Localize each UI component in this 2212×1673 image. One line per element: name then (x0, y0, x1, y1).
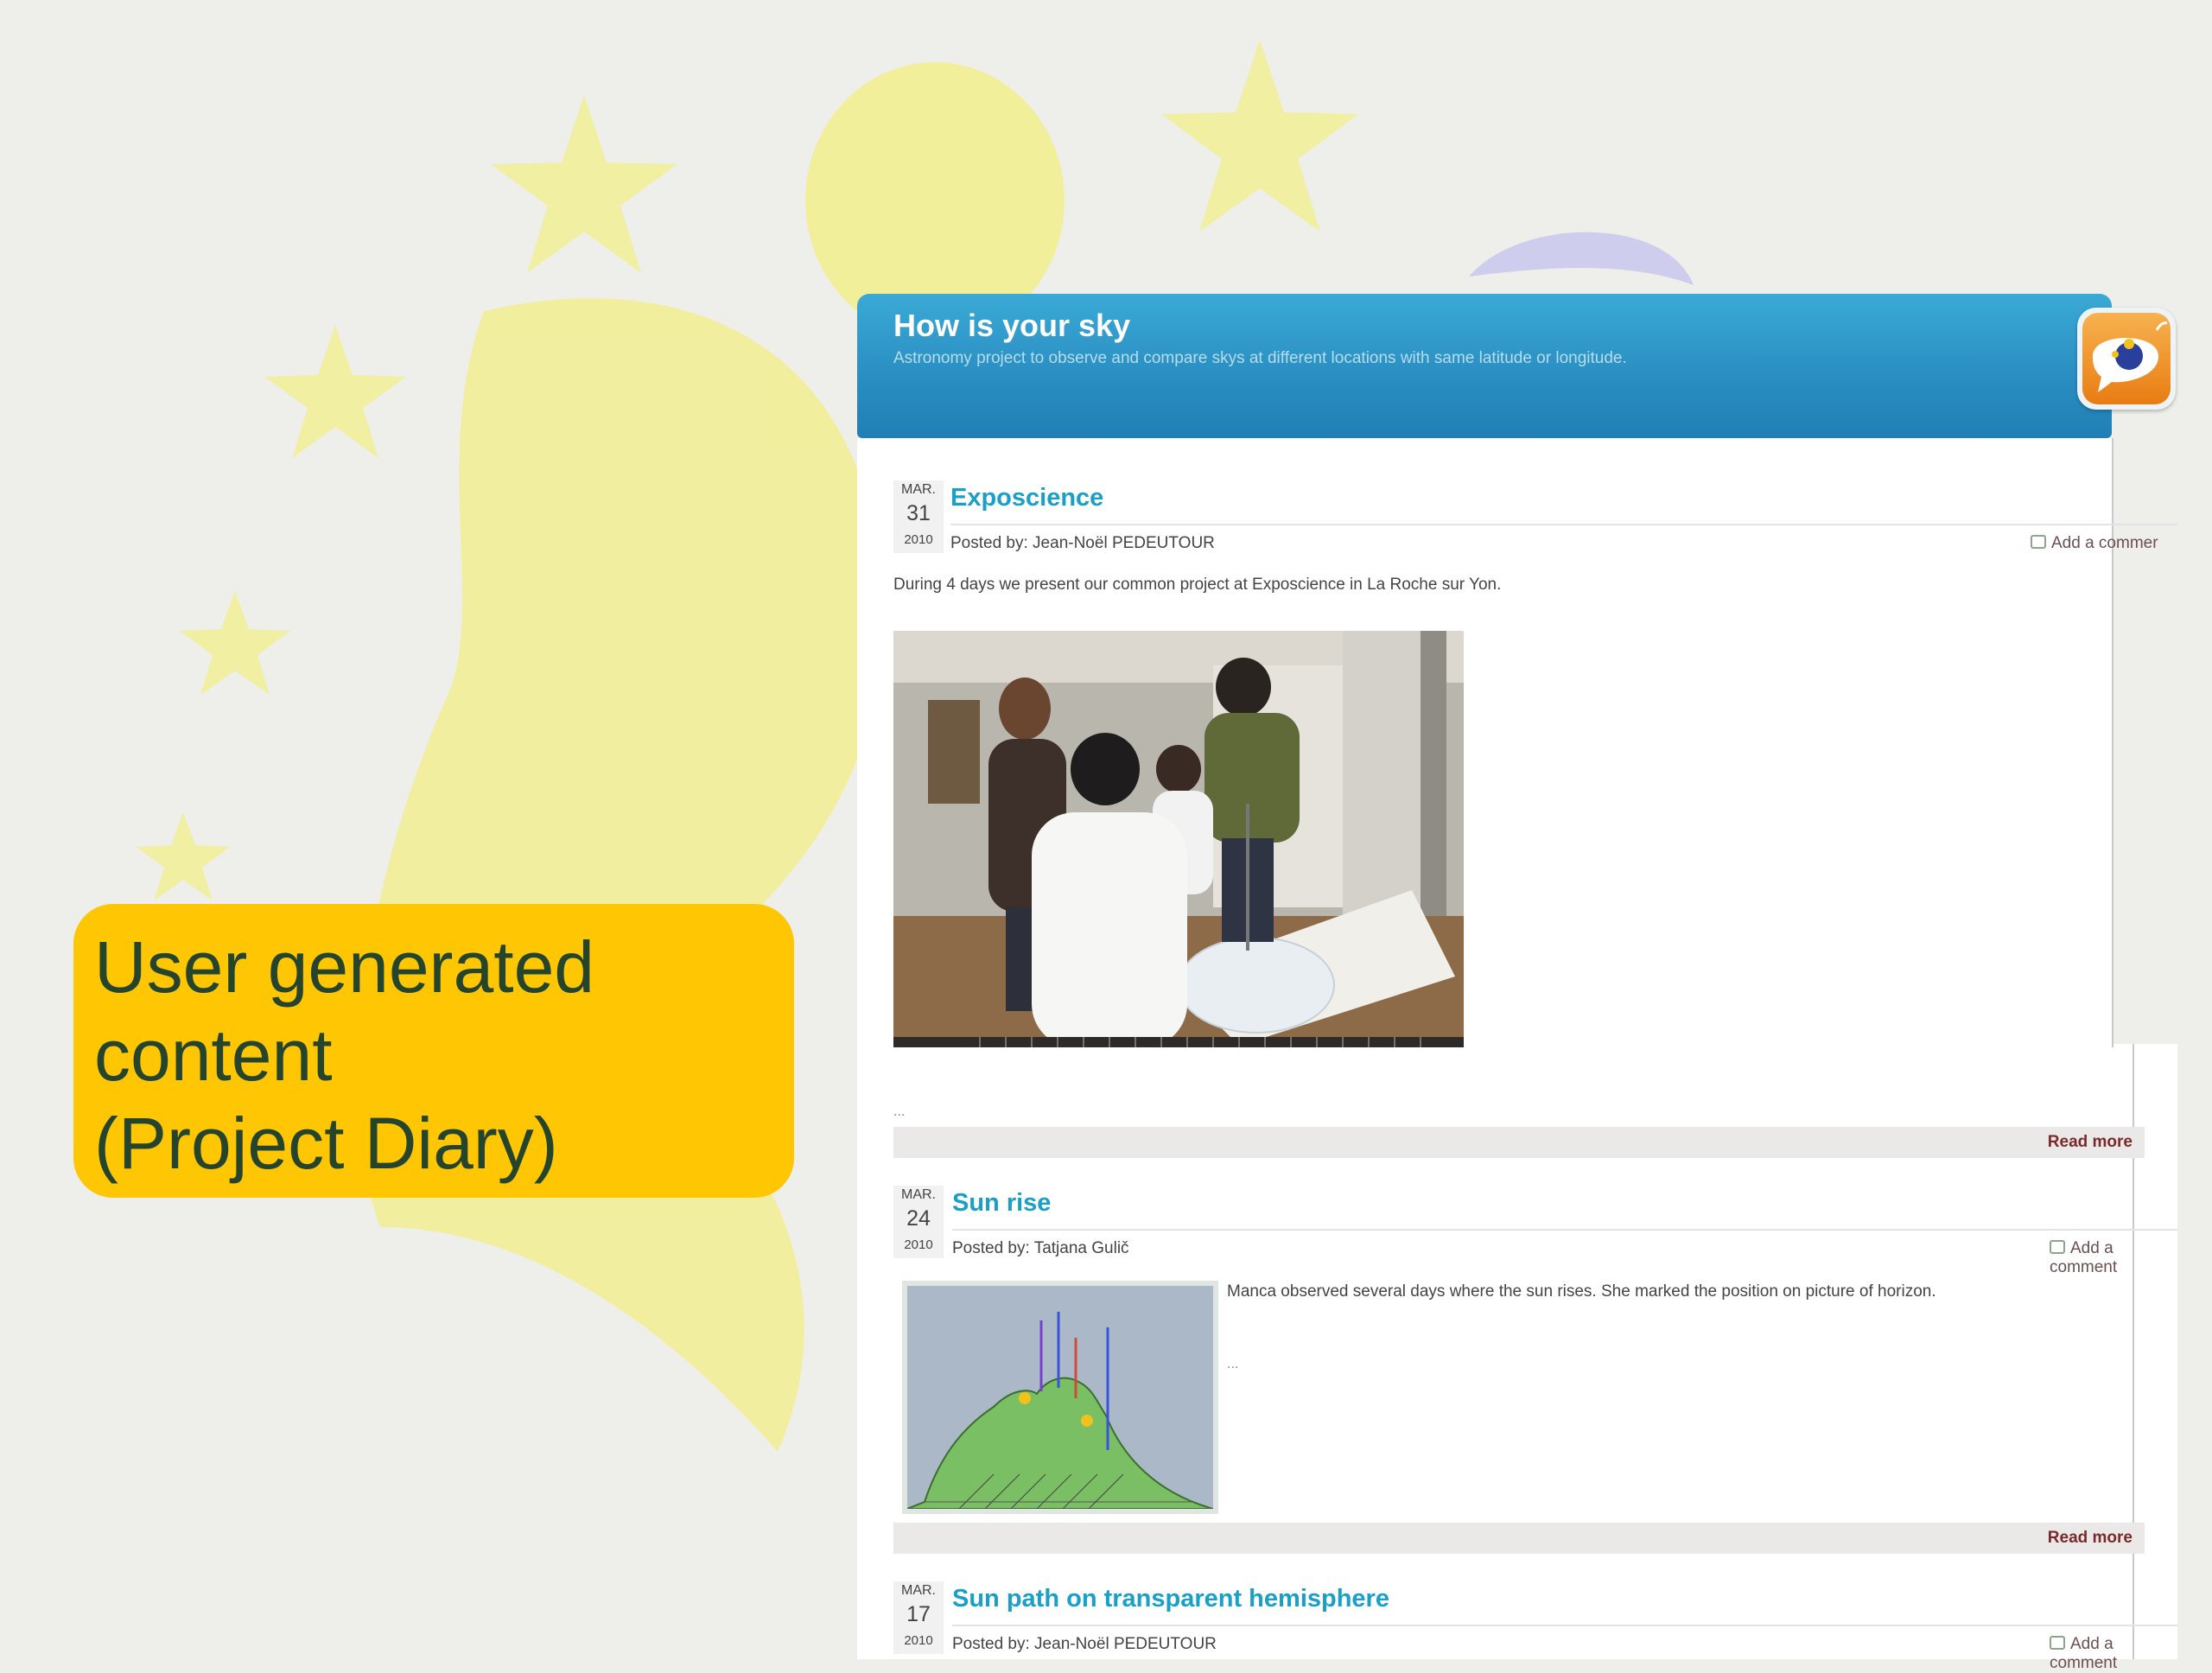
title-divider (952, 1229, 2177, 1231)
post-byline: Posted by: Jean-Noël PEDEUTOUR (952, 1635, 1217, 1653)
site-subtitle: Astronomy project to observe and compare… (893, 349, 1627, 367)
read-more-bar: Read more (893, 1127, 2145, 1158)
post-title[interactable]: Sun path on transparent hemisphere (952, 1585, 1389, 1613)
date-month: MAR. (901, 1187, 936, 1202)
post-ellipsis: ... (893, 1104, 906, 1119)
date-year: 2010 (904, 1633, 933, 1648)
post-excerpt: Manca observed several days where the su… (1227, 1282, 1936, 1301)
post-date: MAR. 17 2010 (893, 1581, 944, 1654)
post-title[interactable]: Sun rise (952, 1189, 1051, 1218)
read-more-link[interactable]: Read more (2048, 1529, 2133, 1548)
post-byline: Posted by: Tatjana Gulič (952, 1239, 1129, 1257)
post-date: MAR. 24 2010 (893, 1186, 944, 1258)
comment-icon (2050, 1636, 2065, 1650)
post-ellipsis: ... (1227, 1357, 1239, 1371)
title-divider (950, 524, 2177, 525)
callout-line-3: (Project Diary) (94, 1103, 558, 1184)
post-sun-path: MAR. 17 2010 Sun path on transparent hem… (893, 1581, 2177, 1672)
post-sun-rise: MAR. 24 2010 Sun rise Posted by: Tatjana… (893, 1186, 2177, 1514)
comment-icon (2031, 535, 2046, 549)
add-comment-link[interactable]: Add a comment (2050, 1635, 2177, 1673)
post-exposcience: MAR. 31 2010 Exposcience Posted by: Jean… (893, 480, 2177, 1119)
site-title[interactable]: How is your sky (893, 308, 1130, 344)
post-excerpt: During 4 days we present our common proj… (893, 576, 1502, 594)
comment-icon (2050, 1240, 2065, 1254)
date-year: 2010 (904, 532, 933, 547)
date-year: 2010 (904, 1237, 933, 1252)
add-comment-link[interactable]: Add a comment (2050, 1239, 2177, 1277)
date-day: 31 (906, 501, 931, 525)
sun-rise-drawing[interactable] (902, 1281, 1218, 1514)
read-more-link[interactable]: Read more (2048, 1133, 2133, 1152)
date-day: 17 (906, 1602, 931, 1626)
site-header: How is your sky Astronomy project to obs… (857, 294, 2112, 438)
photo-filmstrip (893, 1028, 1464, 1047)
project-logo-icon[interactable] (2077, 308, 2176, 410)
read-more-bar: Read more (893, 1523, 2145, 1554)
add-comment-link[interactable]: Add a commer (2031, 534, 2158, 553)
date-month: MAR. (901, 1583, 936, 1598)
date-day: 24 (906, 1206, 931, 1231)
callout-line-2: content (94, 1015, 333, 1096)
exposcience-photo[interactable] (893, 631, 1464, 1047)
callout-line-1: User generated (94, 926, 595, 1008)
post-title[interactable]: Exposcience (950, 484, 1103, 512)
date-month: MAR. (901, 482, 936, 497)
title-divider (952, 1625, 2177, 1626)
post-byline: Posted by: Jean-Noël PEDEUTOUR (950, 534, 1215, 552)
post-date: MAR. 31 2010 (893, 480, 944, 553)
callout-box: User generated content (Project Diary) (73, 904, 794, 1198)
add-comment-label: Add a commer (2051, 534, 2158, 552)
project-diary-page: How is your sky Astronomy project to obs… (857, 294, 2177, 1672)
